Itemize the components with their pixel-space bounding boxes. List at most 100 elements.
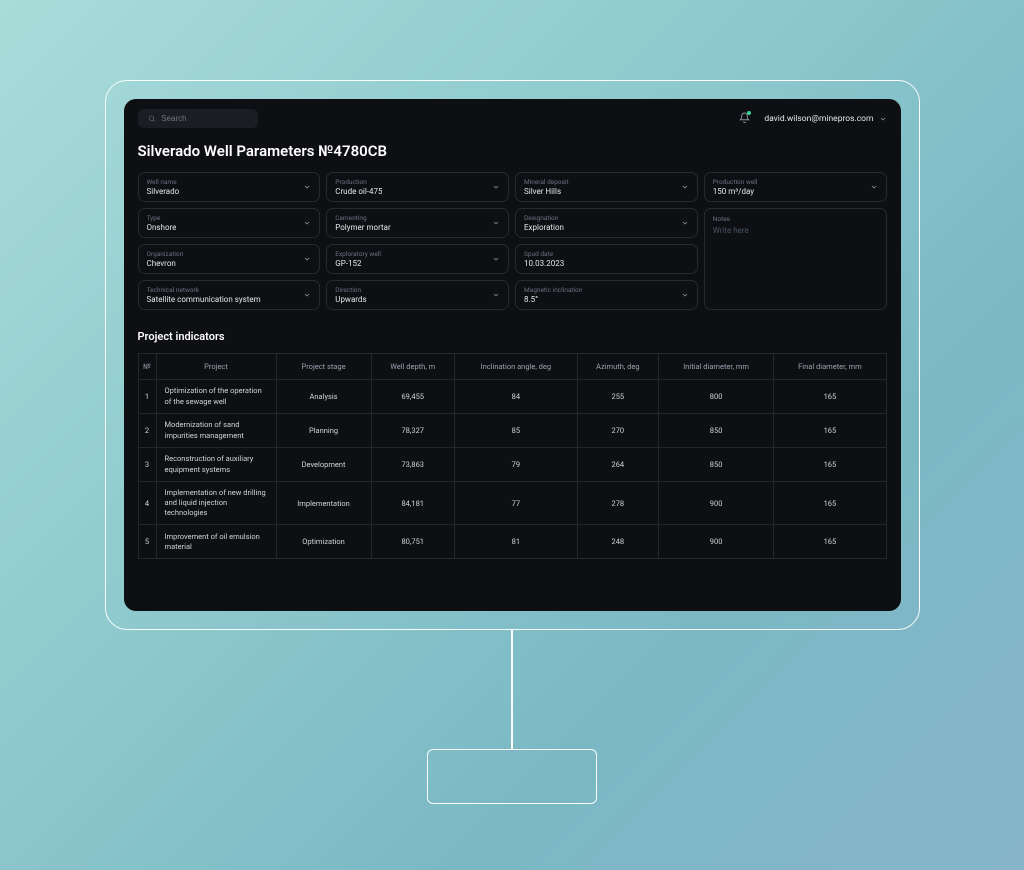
search-box[interactable] bbox=[138, 109, 258, 128]
field-value: Crude oil-475 bbox=[335, 187, 382, 196]
cell-final-diameter: 165 bbox=[774, 380, 886, 414]
cell-number: 2 bbox=[138, 414, 156, 448]
cell-inclination: 85 bbox=[454, 414, 577, 448]
field-direction[interactable]: Direction Upwards bbox=[326, 280, 509, 310]
field-exploratory-well[interactable]: Exploratory well GP-152 bbox=[326, 244, 509, 274]
cell-stage: Planning bbox=[276, 414, 371, 448]
cell-stage: Development bbox=[276, 448, 371, 482]
cell-init-diameter: 850 bbox=[658, 448, 773, 482]
field-label: Well name bbox=[147, 178, 180, 186]
table-row[interactable]: 3Reconstruction of auxiliary equipment s… bbox=[138, 448, 886, 482]
cell-final-diameter: 165 bbox=[774, 525, 886, 559]
monitor-frame: david.wilson@minepros.com Silverado Well… bbox=[105, 80, 920, 630]
notifications-button[interactable] bbox=[739, 112, 750, 126]
cell-final-diameter: 165 bbox=[774, 482, 886, 525]
field-label: Production bbox=[335, 178, 382, 186]
field-value: 150 m³/day bbox=[713, 187, 758, 196]
cell-inclination: 84 bbox=[454, 380, 577, 414]
field-label: Magnetic inclination bbox=[524, 286, 582, 294]
user-menu[interactable]: david.wilson@minepros.com bbox=[764, 114, 886, 124]
cell-number: 3 bbox=[138, 448, 156, 482]
field-label: Organization bbox=[147, 250, 184, 258]
chevron-down-icon bbox=[303, 183, 311, 191]
cell-azimuth: 255 bbox=[577, 380, 658, 414]
cell-azimuth: 270 bbox=[577, 414, 658, 448]
search-icon bbox=[148, 114, 156, 123]
col-final-diam: Final diameter, mm bbox=[774, 354, 886, 380]
field-production-well[interactable]: Production well 150 m³/day bbox=[704, 172, 887, 202]
cell-project: Optimization of the operation of the sew… bbox=[156, 380, 276, 414]
chevron-down-icon bbox=[681, 219, 689, 227]
col-init-diam: Initial diameter, mm bbox=[658, 354, 773, 380]
field-label: Technical network bbox=[147, 286, 261, 294]
table-row[interactable]: 4Implementation of new drilling and liqu… bbox=[138, 482, 886, 525]
cell-project: Modernization of sand impurities managem… bbox=[156, 414, 276, 448]
cell-inclination: 79 bbox=[454, 448, 577, 482]
field-notes[interactable]: Notes bbox=[704, 208, 887, 310]
field-label: Exploratory well bbox=[335, 250, 381, 258]
field-value: Polymer mortar bbox=[335, 223, 390, 232]
monitor-stand-neck bbox=[511, 629, 513, 749]
form-grid: Well name Silverado Production Crude oil… bbox=[138, 172, 887, 310]
cell-stage: Implementation bbox=[276, 482, 371, 525]
cell-project: Reconstruction of auxiliary equipment sy… bbox=[156, 448, 276, 482]
table-row[interactable]: 5Improvement of oil emulsion materialOpt… bbox=[138, 525, 886, 559]
field-mineral-deposit[interactable]: Mineral deposit Silver Hills bbox=[515, 172, 698, 202]
table-row[interactable]: 1Optimization of the operation of the se… bbox=[138, 380, 886, 414]
cell-number: 4 bbox=[138, 482, 156, 525]
chevron-down-icon bbox=[492, 219, 500, 227]
field-value: GP-152 bbox=[335, 259, 381, 268]
cell-final-diameter: 165 bbox=[774, 448, 886, 482]
user-email: david.wilson@minepros.com bbox=[764, 114, 873, 124]
cell-project: Implementation of new drilling and liqui… bbox=[156, 482, 276, 525]
cell-depth: 84,181 bbox=[371, 482, 454, 525]
monitor-stand-base bbox=[427, 749, 597, 804]
col-stage: Project stage bbox=[276, 354, 371, 380]
cell-depth: 73,863 bbox=[371, 448, 454, 482]
field-label: Mineral deposit bbox=[524, 178, 569, 186]
field-type[interactable]: Type Onshore bbox=[138, 208, 321, 238]
col-inclination: Inclination angle, deg bbox=[454, 354, 577, 380]
field-well-name[interactable]: Well name Silverado bbox=[138, 172, 321, 202]
indicators-table: № Project Project stage Well depth, m In… bbox=[138, 353, 887, 559]
search-input[interactable] bbox=[161, 114, 247, 123]
cell-depth: 80,751 bbox=[371, 525, 454, 559]
field-cementing[interactable]: Cementing Polymer mortar bbox=[326, 208, 509, 238]
table-body: 1Optimization of the operation of the se… bbox=[138, 380, 886, 559]
cell-inclination: 77 bbox=[454, 482, 577, 525]
field-value: Satellite communication system bbox=[147, 295, 261, 304]
chevron-down-icon bbox=[879, 115, 887, 123]
field-value: Chevron bbox=[147, 259, 184, 268]
field-value: Exploration bbox=[524, 223, 564, 232]
topbar-right: david.wilson@minepros.com bbox=[739, 112, 886, 126]
cell-depth: 69,455 bbox=[371, 380, 454, 414]
notes-textarea[interactable] bbox=[713, 226, 878, 298]
notification-dot bbox=[747, 111, 751, 115]
topbar: david.wilson@minepros.com bbox=[124, 99, 901, 138]
col-number: № bbox=[138, 354, 156, 380]
cell-azimuth: 278 bbox=[577, 482, 658, 525]
col-depth: Well depth, m bbox=[371, 354, 454, 380]
cell-final-diameter: 165 bbox=[774, 414, 886, 448]
cell-stage: Optimization bbox=[276, 525, 371, 559]
cell-init-diameter: 850 bbox=[658, 414, 773, 448]
field-organization[interactable]: Organization Chevron bbox=[138, 244, 321, 274]
col-azimuth: Azimuth, deg bbox=[577, 354, 658, 380]
field-value: Onshore bbox=[147, 223, 177, 232]
field-magnetic-inclination[interactable]: Magnetic inclination 8.5° bbox=[515, 280, 698, 310]
field-technical-network[interactable]: Technical network Satellite communicatio… bbox=[138, 280, 321, 310]
chevron-down-icon bbox=[870, 183, 878, 191]
cell-init-diameter: 900 bbox=[658, 525, 773, 559]
field-label: Direction bbox=[335, 286, 366, 294]
field-production[interactable]: Production Crude oil-475 bbox=[326, 172, 509, 202]
cell-number: 5 bbox=[138, 525, 156, 559]
table-row[interactable]: 2Modernization of sand impurities manage… bbox=[138, 414, 886, 448]
cell-depth: 78,327 bbox=[371, 414, 454, 448]
cell-init-diameter: 800 bbox=[658, 380, 773, 414]
field-designation[interactable]: Designation Exploration bbox=[515, 208, 698, 238]
cell-inclination: 81 bbox=[454, 525, 577, 559]
chevron-down-icon bbox=[303, 291, 311, 299]
field-label: Spud date bbox=[524, 250, 564, 258]
cell-number: 1 bbox=[138, 380, 156, 414]
field-spud-date[interactable]: Spud date 10.03.2023 bbox=[515, 244, 698, 274]
